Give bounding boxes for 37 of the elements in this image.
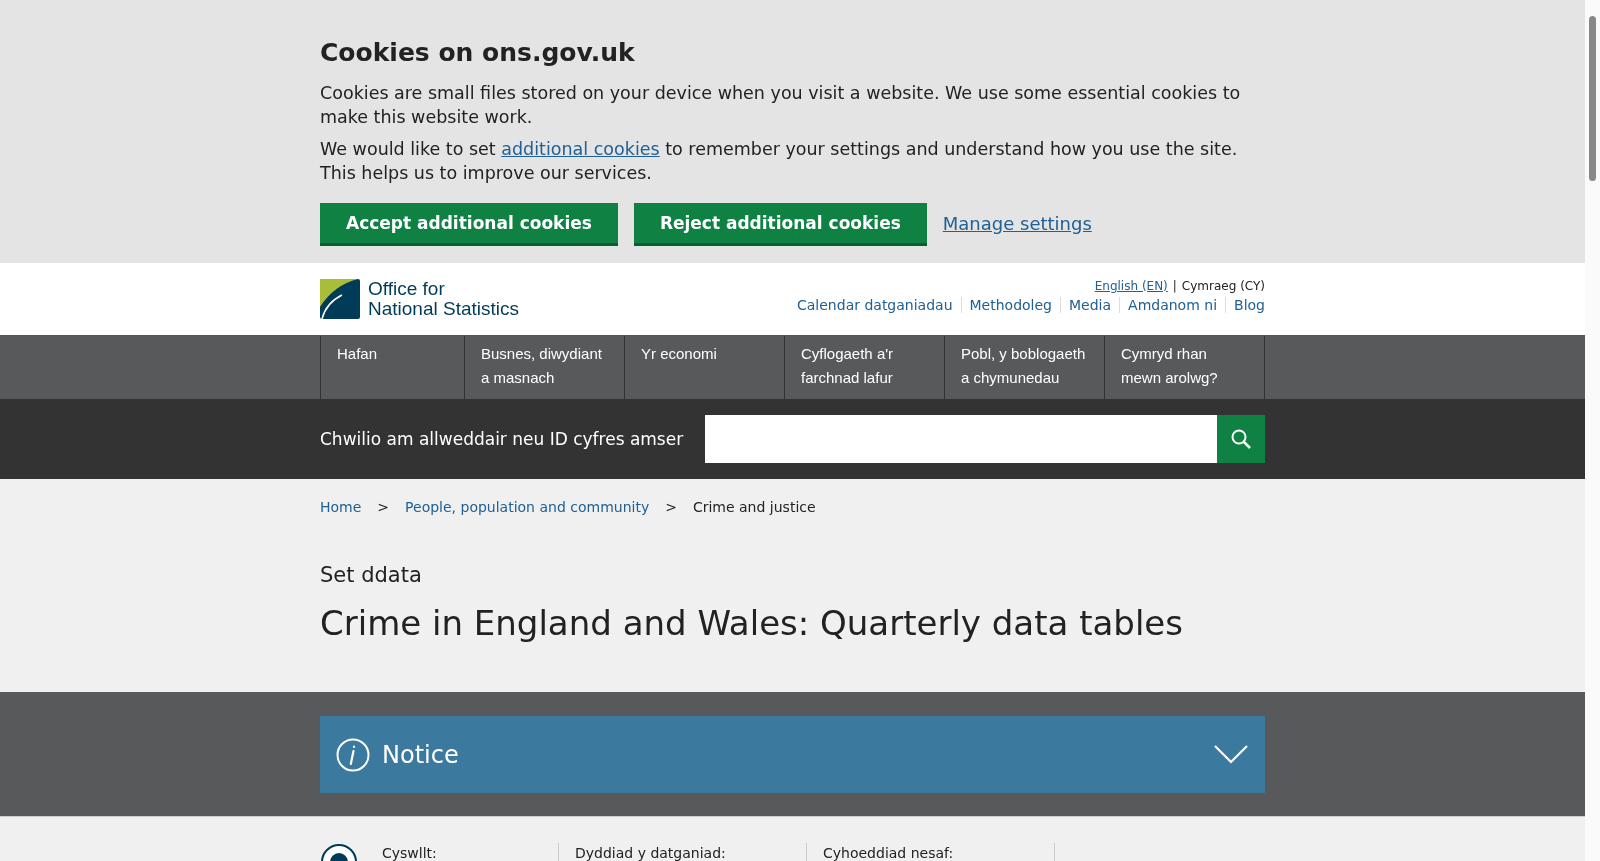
logo-text[interactable]: Office for [368, 279, 519, 299]
logo-text[interactable]: National Statistics [368, 299, 519, 319]
language-link[interactable]: Cymraeg (CY) [1181, 279, 1265, 293]
header-link[interactable]: Calendar datganiadau [789, 297, 961, 313]
breadcrumb-current: Crime and justice [692, 499, 816, 515]
cookie-button[interactable]: Accept additional cookies [320, 203, 618, 243]
cookie-button[interactable]: Reject additional cookies [633, 203, 927, 243]
info-icon [336, 737, 370, 772]
search-label: Chwilio am allweddair neu ID cyfres amser [320, 429, 684, 449]
additional-cookies-link[interactable]: additional cookies [501, 139, 660, 159]
cookie-text: Cookies are small files stored on your device when you visit a website. We use some essential cookies to make this website work. [320, 82, 1242, 129]
page-title: Crime in England and Wales: Quarterly data tables [320, 603, 1184, 643]
notice-title: Notice [382, 740, 460, 769]
scrollbar[interactable] [1585, 0, 1600, 861]
meta-label: Dyddiad y datganiad: [575, 845, 726, 861]
meta-label: Cyhoeddiad nesaf: [823, 845, 954, 861]
header-link[interactable]: Blog [1225, 297, 1265, 313]
header-link[interactable]: Media [1060, 297, 1120, 313]
search-field[interactable] [705, 415, 1217, 463]
breadcrumb-separator: > [377, 499, 390, 515]
header-link[interactable]: Methodoleg [960, 297, 1060, 313]
page-type-label: Set ddata [320, 563, 423, 587]
header-link[interactable]: Amdanom ni [1119, 297, 1226, 313]
cookie-text: We would like to set additional cookies to remember your settings and understand how you use the site. This helps us to improve our services. [320, 138, 1239, 185]
breadcrumb-link[interactable]: People, population and community [405, 499, 650, 515]
language-link[interactable]: English (EN) [1094, 279, 1168, 293]
breadcrumb-separator: > [665, 499, 677, 515]
logo-icon [320, 279, 360, 319]
search-button[interactable] [1217, 415, 1265, 463]
notice-panel[interactable]: Notice [320, 716, 1265, 793]
search-icon [1230, 428, 1252, 450]
breadcrumb-link[interactable]: Home [320, 499, 362, 515]
meta-label: Cyswllt: [382, 845, 437, 861]
chevron-icon [1213, 743, 1249, 766]
language-separator: | [1172, 279, 1177, 293]
manage-settings-link[interactable]: Manage settings [942, 212, 1092, 234]
cookie-title: Cookies on ons.gov.uk [320, 38, 636, 67]
